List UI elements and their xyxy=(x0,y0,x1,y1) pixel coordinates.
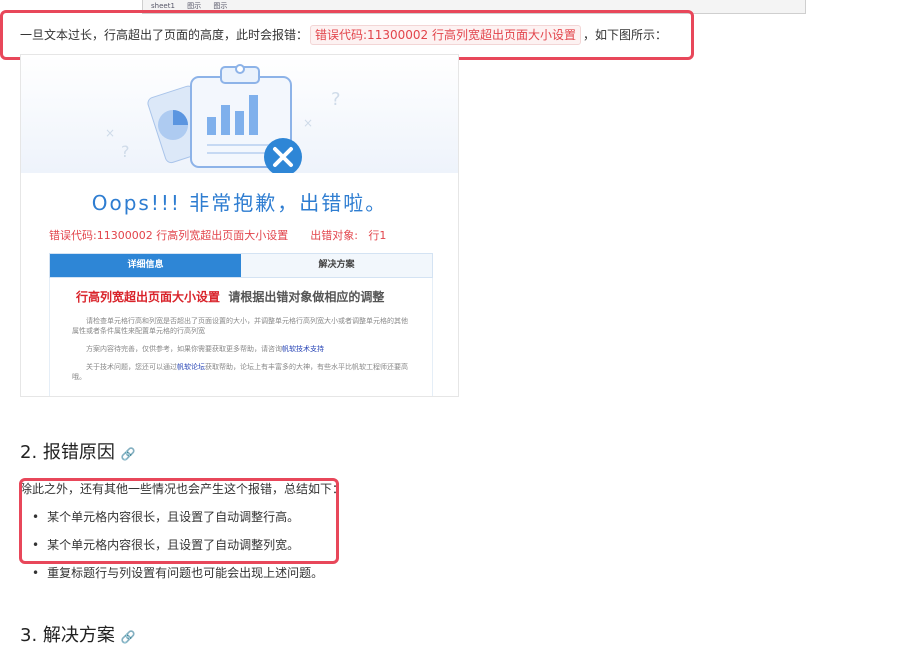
anchor-link-icon[interactable]: 🔗 xyxy=(121,630,136,644)
list-item: 重复标题行与列设置有问题也可能会出现上述问题。 xyxy=(32,564,323,581)
error-illustration: ? ? × × xyxy=(21,55,458,176)
error-object-label: 出错对象: xyxy=(310,229,358,242)
panel-title-dark: 请根据出错对象做相应的调整 xyxy=(228,290,385,304)
section-heading-cause: 2. 报错原因 🔗 xyxy=(20,438,136,464)
tab-solution: 解决方案 xyxy=(241,254,432,277)
support-link: 帆软技术支持 xyxy=(282,345,324,353)
highlight-box xyxy=(19,478,339,564)
svg-text:?: ? xyxy=(331,89,341,110)
error-code: 错误代码:11300002 行高列宽超出页面大小设置 xyxy=(49,229,289,242)
panel-paragraph: 请检查单元格行高和列宽是否超出了页面设置的大小，并调整单元格行高列宽大小或者调整… xyxy=(72,317,408,335)
forum-link: 帆软论坛 xyxy=(177,363,205,371)
svg-text:×: × xyxy=(105,126,115,140)
error-tabs: 详细信息 解决方案 xyxy=(49,253,433,278)
svg-text:×: × xyxy=(303,116,313,130)
panel-text: 方案内容待完善，仅供参考，如果你需要获取更多帮助，请咨询 xyxy=(86,345,282,353)
panel-title-red: 行高列宽超出页面大小设置 xyxy=(76,290,221,304)
error-page-image: ? ? × × Oops!!! 非常抱歉，出错啦。 错误代码:11300002 … xyxy=(20,54,459,397)
oops-heading: Oops!!! 非常抱歉，出错啦。 xyxy=(91,191,388,215)
panel-title: 行高列宽超出页面大小设置 请根据出错对象做相应的调整 xyxy=(76,288,384,305)
anchor-link-icon[interactable]: 🔗 xyxy=(121,447,136,461)
panel-text: 关于技术问题，您还可以通过 xyxy=(86,363,177,371)
highlight-box xyxy=(0,10,694,60)
heading-text: 2. 报错原因 xyxy=(20,442,115,463)
panel-paragraph: 关于技术问题，您还可以通过帆软论坛获取帮助，论坛上有丰富多的大神，有些水平比帆软… xyxy=(72,362,412,382)
details-panel: 行高列宽超出页面大小设置 请根据出错对象做相应的调整 请检查单元格行高和列宽是否… xyxy=(49,278,433,396)
heading-text: 3. 解决方案 xyxy=(20,625,115,646)
svg-text:?: ? xyxy=(121,142,130,161)
tab-details: 详细信息 xyxy=(50,254,241,277)
error-summary-line: 错误代码:11300002 行高列宽超出页面大小设置 出错对象: 行1 xyxy=(49,227,386,243)
error-object-value: 行1 xyxy=(368,229,387,242)
sheet-tab: 图示 xyxy=(187,2,202,10)
clipboard-error-illustration: ? ? × × xyxy=(105,64,341,176)
panel-paragraph: 方案内容待完善，仅供参考，如果你需要获取更多帮助，请咨询帆软技术支持 xyxy=(72,344,412,354)
section-heading-solution: 3. 解决方案 🔗 xyxy=(20,621,136,647)
sheet-tab: sheet1 xyxy=(151,2,175,10)
sheet-tab: 图示 xyxy=(213,2,228,10)
